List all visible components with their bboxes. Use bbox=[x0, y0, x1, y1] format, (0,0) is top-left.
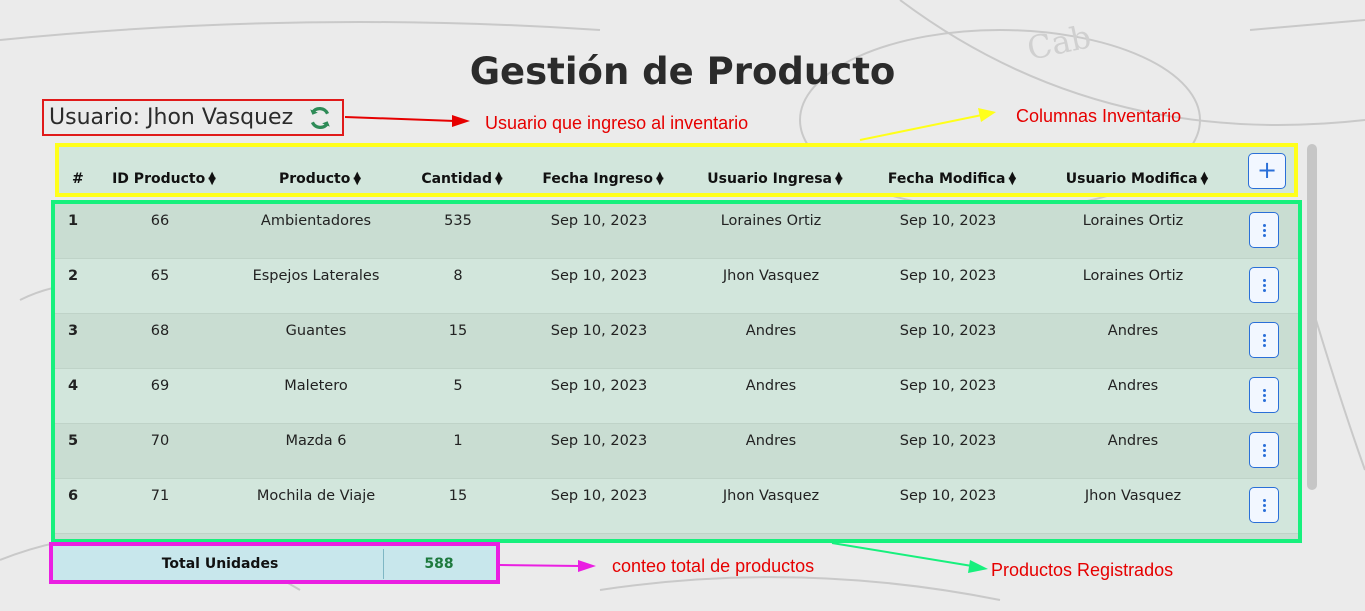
sort-icon[interactable]: ▲ ▼ bbox=[1201, 171, 1209, 187]
cell-index: 2 bbox=[68, 268, 79, 284]
header-fecha-ingreso[interactable]: Fecha Ingreso ▲ ▼ bbox=[542, 147, 663, 193]
cell-fecha-ingreso: Sep 10, 2023 bbox=[550, 433, 648, 449]
sort-icon[interactable]: ▲ ▼ bbox=[208, 171, 216, 187]
page-title: Gestión de Producto bbox=[469, 50, 896, 93]
cell-cantidad: 15 bbox=[448, 488, 468, 504]
cell-fecha-modifica: Sep 10, 2023 bbox=[899, 378, 997, 394]
cell-cantidad: 5 bbox=[453, 378, 463, 394]
refresh-icon[interactable] bbox=[307, 105, 333, 131]
cell-usuario-modifica: Andres bbox=[1107, 433, 1159, 449]
kebab-menu-icon bbox=[1262, 278, 1266, 282]
row-menu-button[interactable] bbox=[1249, 377, 1279, 413]
cell-id: 71 bbox=[150, 488, 170, 504]
cell-producto: Espejos Laterales bbox=[252, 268, 380, 284]
cell-fecha-ingreso: Sep 10, 2023 bbox=[550, 488, 648, 504]
cell-fecha-modifica: Sep 10, 2023 bbox=[899, 268, 997, 284]
row-menu-button[interactable] bbox=[1249, 487, 1279, 523]
cell-fecha-ingreso: Sep 10, 2023 bbox=[550, 378, 648, 394]
cell-fecha-modifica: Sep 10, 2023 bbox=[899, 213, 997, 229]
sort-icon[interactable]: ▲ ▼ bbox=[495, 171, 503, 187]
total-units-label: Total Unidades bbox=[57, 549, 384, 579]
cell-usuario-modifica: Loraines Ortiz bbox=[1082, 213, 1184, 229]
table-row: 4 69 Maletero 5 Sep 10, 2023 Andres Sep … bbox=[55, 369, 1298, 424]
total-units-value: 588 bbox=[424, 556, 454, 572]
cell-producto: Ambientadores bbox=[260, 213, 372, 229]
table-row: 6 71 Mochila de Viaje 15 Sep 10, 2023 Jh… bbox=[55, 479, 1298, 534]
row-menu-button[interactable] bbox=[1249, 432, 1279, 468]
cell-id: 66 bbox=[150, 213, 170, 229]
kebab-menu-icon bbox=[1262, 443, 1266, 447]
cell-index: 6 bbox=[68, 488, 79, 504]
cell-usuario-modifica: Loraines Ortiz bbox=[1082, 268, 1184, 284]
header-fecha-modifica[interactable]: Fecha Modifica ▲ ▼ bbox=[888, 147, 1016, 193]
row-menu-button[interactable] bbox=[1249, 212, 1279, 248]
header-id-producto[interactable]: ID Producto ▲ ▼ bbox=[112, 147, 216, 193]
cell-fecha-modifica: Sep 10, 2023 bbox=[899, 488, 997, 504]
header-usuario-modifica[interactable]: Usuario Modifica ▲ ▼ bbox=[1066, 147, 1209, 193]
current-user: Usuario: Jhon Vasquez bbox=[42, 99, 344, 136]
cell-usuario-ingresa: Loraines Ortiz bbox=[720, 213, 822, 229]
table-row: 2 65 Espejos Laterales 8 Sep 10, 2023 Jh… bbox=[55, 259, 1298, 314]
row-menu-button[interactable] bbox=[1249, 322, 1279, 358]
sort-icon[interactable]: ▲ ▼ bbox=[353, 171, 361, 187]
cell-producto: Guantes bbox=[285, 323, 347, 339]
sort-icon[interactable]: ▲ ▼ bbox=[656, 171, 664, 187]
plus-icon: + bbox=[1256, 156, 1278, 184]
header-usuario-ingresa[interactable]: Usuario Ingresa ▲ ▼ bbox=[707, 147, 842, 193]
cell-fecha-ingreso: Sep 10, 2023 bbox=[550, 323, 648, 339]
cell-id: 70 bbox=[150, 433, 170, 449]
cell-fecha-ingreso: Sep 10, 2023 bbox=[550, 213, 648, 229]
table-scrollbar[interactable] bbox=[1307, 144, 1317, 490]
cell-usuario-modifica: Jhon Vasquez bbox=[1084, 488, 1182, 504]
cell-cantidad: 15 bbox=[448, 323, 468, 339]
current-user-label: Usuario: Jhon Vasquez bbox=[49, 105, 294, 130]
cell-usuario-ingresa: Jhon Vasquez bbox=[722, 488, 820, 504]
total-units: Total Unidades 588 bbox=[49, 542, 500, 584]
annotation-rows: Productos Registrados bbox=[991, 560, 1174, 580]
add-product-button[interactable]: + bbox=[1248, 153, 1286, 189]
cell-usuario-ingresa: Andres bbox=[745, 378, 797, 394]
table-row: 1 66 Ambientadores 535 Sep 10, 2023 Lora… bbox=[55, 204, 1298, 259]
header-index: # bbox=[72, 171, 84, 187]
kebab-menu-icon bbox=[1262, 223, 1266, 227]
cell-index: 4 bbox=[68, 378, 79, 394]
annotation-user: Usuario que ingreso al inventario bbox=[485, 113, 749, 133]
annotation-total: conteo total de productos bbox=[612, 556, 815, 576]
sort-icon[interactable]: ▲ ▼ bbox=[835, 171, 843, 187]
kebab-menu-icon bbox=[1262, 498, 1266, 502]
cell-usuario-ingresa: Andres bbox=[745, 433, 797, 449]
kebab-menu-icon bbox=[1262, 333, 1266, 337]
table-row: 5 70 Mazda 6 1 Sep 10, 2023 Andres Sep 1… bbox=[55, 424, 1298, 479]
cell-id: 68 bbox=[150, 323, 170, 339]
annotation-columns: Columnas Inventario bbox=[1016, 106, 1182, 126]
cell-cantidad: 535 bbox=[444, 213, 472, 229]
cell-fecha-ingreso: Sep 10, 2023 bbox=[550, 268, 648, 284]
cell-fecha-modifica: Sep 10, 2023 bbox=[899, 323, 997, 339]
cell-usuario-ingresa: Andres bbox=[745, 323, 797, 339]
cell-usuario-modifica: Andres bbox=[1107, 378, 1159, 394]
cell-cantidad: 1 bbox=[453, 433, 463, 449]
cell-cantidad: 8 bbox=[453, 268, 463, 284]
cell-index: 3 bbox=[68, 323, 79, 339]
cell-usuario-ingresa: Jhon Vasquez bbox=[722, 268, 820, 284]
header-producto[interactable]: Producto ▲ ▼ bbox=[279, 147, 361, 193]
cell-index: 1 bbox=[68, 213, 79, 229]
cell-producto: Maletero bbox=[284, 378, 348, 394]
kebab-menu-icon bbox=[1262, 388, 1266, 392]
cell-id: 69 bbox=[150, 378, 170, 394]
cell-usuario-modifica: Andres bbox=[1107, 323, 1159, 339]
cell-producto: Mazda 6 bbox=[285, 433, 347, 449]
header-cantidad[interactable]: Cantidad ▲ ▼ bbox=[421, 147, 502, 193]
cell-id: 65 bbox=[150, 268, 170, 284]
table-header: # ID Producto ▲ ▼ Producto ▲ ▼ Cantidad ▲ ▼ Fe… bbox=[55, 143, 1298, 197]
cell-index: 5 bbox=[68, 433, 79, 449]
sort-icon[interactable]: ▲ ▼ bbox=[1008, 171, 1016, 187]
table-row: 3 68 Guantes 15 Sep 10, 2023 Andres Sep … bbox=[55, 314, 1298, 369]
cell-fecha-modifica: Sep 10, 2023 bbox=[899, 433, 997, 449]
table-body: 1 66 Ambientadores 535 Sep 10, 2023 Lora… bbox=[51, 200, 1302, 543]
cell-producto: Mochila de Viaje bbox=[256, 488, 376, 504]
row-menu-button[interactable] bbox=[1249, 267, 1279, 303]
